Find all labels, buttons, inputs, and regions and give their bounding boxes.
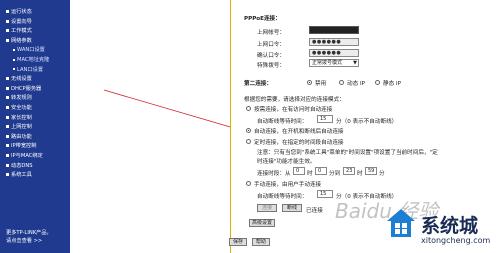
end-min-input[interactable]: 59 xyxy=(365,167,377,175)
second-conn-opt-static: 静态 IP xyxy=(383,81,401,87)
account-label: 上网帐号： xyxy=(257,30,285,36)
password-label: 上网口令： xyxy=(257,42,285,48)
timed-connect-label: 定时连接，在指定的时间段自动连接 xyxy=(254,140,344,146)
auto-connect-radio[interactable] xyxy=(246,128,251,133)
manual-connect-radio[interactable] xyxy=(246,181,251,186)
idle1-input[interactable]: 15 xyxy=(317,115,333,123)
save-button[interactable]: 保存 xyxy=(229,238,247,246)
special-dial-label: 特殊拨号： xyxy=(257,63,285,69)
second-conn-radio-static[interactable] xyxy=(375,80,380,85)
start-min-unit: 分到 xyxy=(329,171,341,177)
account-input[interactable] xyxy=(309,26,359,34)
second-conn-opt-dynamic: 动态 IP xyxy=(347,81,365,87)
timed-connect-radio[interactable] xyxy=(246,139,251,144)
pppoe-title: PPPoE连接： xyxy=(244,16,281,22)
auto-connect-label: 自动连接，在开机和断线后自动连接 xyxy=(254,129,344,135)
chevron-down-icon: ▼ xyxy=(353,60,357,66)
start-min-input[interactable]: 0 xyxy=(315,167,327,175)
end-hour-input[interactable]: 23 xyxy=(343,167,355,175)
manual-connect-label: 手动连接，由用户手动连接 xyxy=(254,182,322,188)
idle1-label: 自动断线等待时间： xyxy=(257,119,308,125)
help-button[interactable]: 帮助 xyxy=(252,238,270,246)
timed-note-line2: 时连接"功能才能生效。 xyxy=(257,159,316,165)
ondemand-radio[interactable] xyxy=(246,106,251,111)
connection-status: 已连接 xyxy=(306,208,323,214)
idle2-input[interactable]: 15 xyxy=(317,190,333,198)
timed-note-line1: 注意：只有当您到"系统工具"菜单的"时间设置"项设置了当前时间后，"定 xyxy=(257,150,438,156)
end-min-unit: 分 xyxy=(379,171,385,177)
logo-text: 系统城 xyxy=(421,215,479,237)
advanced-settings-button[interactable]: 高级设置 xyxy=(249,219,275,227)
second-conn-radio-dynamic[interactable] xyxy=(339,80,344,85)
site-logo: 系统城 xitongcheng.com xyxy=(385,207,500,253)
special-dial-value: 正常拨号模式 xyxy=(312,60,343,66)
period-label: 连接时段：从 xyxy=(257,171,291,177)
disconnect-button[interactable]: 断线 xyxy=(282,204,302,212)
confirm-password-label: 确认口令： xyxy=(257,53,285,59)
annotation-pointer-line xyxy=(103,89,245,132)
logo-url: xitongcheng.com xyxy=(421,236,491,245)
confirm-password-input[interactable]: ●●●●●● xyxy=(309,49,359,57)
second-conn-radio-disabled[interactable] xyxy=(307,80,312,85)
ondemand-label: 按需连接，在有访问时自动连接 xyxy=(254,107,333,113)
second-conn-label: 第二连接： xyxy=(244,81,272,87)
idle1-hint: 分（0 表示不自动断线） xyxy=(336,119,398,125)
second-conn-opt-disabled: 禁用 xyxy=(315,81,327,87)
password-input[interactable]: ●●●●●● xyxy=(309,38,359,46)
end-hour-unit: 时 xyxy=(357,171,363,177)
mode-prompt: 根据您的需要，请选择对应的连接模式： xyxy=(244,97,345,103)
house-logo-icon xyxy=(387,209,415,237)
start-hour-unit: 时 xyxy=(307,171,313,177)
idle2-label: 自动断线等待时间： xyxy=(257,194,308,200)
connect-button[interactable]: 连接 xyxy=(257,204,277,212)
start-hour-input[interactable]: 0 xyxy=(293,167,305,175)
special-dial-select[interactable]: 正常拨号模式 ▼ xyxy=(309,59,359,67)
